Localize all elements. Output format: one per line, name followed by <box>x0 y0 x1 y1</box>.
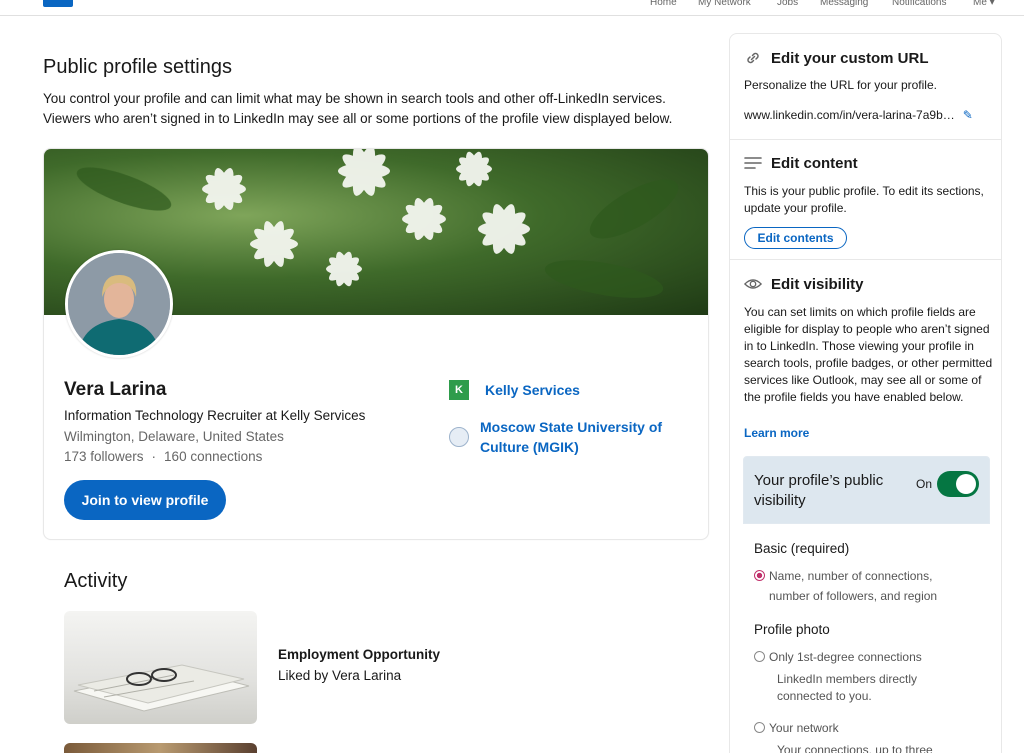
edit-visibility-heading: Edit visibility <box>771 275 864 293</box>
settings-sidebar: Edit your custom URL Personalize the URL… <box>729 33 1002 753</box>
edit-content-description: This is your public profile. To edit its… <box>744 184 984 215</box>
profile-location: Wilmington, Delaware, United States <box>64 429 284 444</box>
followers-count: 173 followers <box>64 449 144 464</box>
pencil-icon[interactable]: ✎ <box>963 108 973 122</box>
nav-jobs[interactable]: Jobs <box>777 0 798 8</box>
photo-option-1st-degree[interactable]: Only 1st-degree connections <box>754 647 974 667</box>
custom-url-row: www.linkedin.com/in/vera-larina-7a9b… ✎ <box>744 108 973 122</box>
photo-option-network[interactable]: Your network <box>754 718 974 738</box>
newspapers-glasses-image <box>73 664 250 712</box>
connections-count: 160 connections <box>164 449 263 464</box>
nav-home[interactable]: Home <box>650 0 677 8</box>
activity-thumbnail-2[interactable] <box>64 743 257 753</box>
activity-thumbnail[interactable] <box>64 611 257 724</box>
nav-my-network[interactable]: My Network <box>698 0 751 8</box>
public-visibility-label: Your profile’s public visibility <box>754 472 884 509</box>
profile-avatar <box>65 250 173 358</box>
profile-photo-heading: Profile photo <box>754 622 830 637</box>
school-logo <box>449 427 469 447</box>
person-photo <box>68 253 170 355</box>
custom-url-header: Edit your custom URL <box>744 49 929 67</box>
activity-heading: Activity <box>64 570 128 592</box>
edit-content-header: Edit content <box>744 154 858 172</box>
top-nav: Home My Network Jobs Messaging Notificat… <box>0 0 1024 16</box>
company-name[interactable]: Kelly Services <box>485 382 580 398</box>
custom-url-heading: Edit your custom URL <box>771 49 929 67</box>
nav-me-label: Me <box>973 0 987 8</box>
basic-option[interactable]: Name, number of connections, number of f… <box>754 566 974 606</box>
profile-headline: Information Technology Recruiter at Kell… <box>64 408 366 423</box>
custom-url-value: www.linkedin.com/in/vera-larina-7a9b… <box>744 108 955 122</box>
company-logo: K <box>449 380 469 400</box>
toggle-knob <box>956 474 976 494</box>
lines-icon <box>744 154 762 172</box>
education-school[interactable]: Moscow State University of Culture (MGIK… <box>449 417 680 457</box>
basic-heading: Basic (required) <box>754 541 850 556</box>
photo-radio-1st-degree[interactable] <box>754 651 765 662</box>
profile-name: Vera Larina <box>64 379 167 400</box>
photo-option-1-label: Only 1st-degree connections <box>769 650 922 664</box>
edit-contents-button[interactable]: Edit contents <box>744 227 847 249</box>
nav-me[interactable]: Me ▾ <box>973 0 995 8</box>
page-title: Public profile settings <box>43 56 232 78</box>
photo-radio-network[interactable] <box>754 722 765 733</box>
profile-card: Vera Larina Information Technology Recru… <box>43 148 709 540</box>
activity-item-subtitle: Liked by Vera Larina <box>278 668 402 683</box>
edit-visibility-description: You can set limits on which profile fiel… <box>744 305 993 404</box>
profile-stats: 173 followers · 160 connections <box>64 449 262 464</box>
edit-visibility-header: Edit visibility <box>744 275 864 293</box>
photo-option-1-description: LinkedIn members directly connected to y… <box>777 672 918 703</box>
public-visibility-panel: Your profile’s public visibility On <box>743 456 990 524</box>
custom-url-section: Edit your custom URL Personalize the URL… <box>730 34 1001 140</box>
photo-option-2-description: Your connections, up to three <box>777 743 933 753</box>
chevron-down-icon: ▾ <box>986 0 995 8</box>
separator-dot: · <box>151 449 157 464</box>
page-intro: You control your profile and can limit w… <box>43 91 673 126</box>
school-name[interactable]: Moscow State University of Culture (MGIK… <box>480 417 680 457</box>
activity-item-title[interactable]: Employment Opportunity <box>278 647 440 662</box>
photo-option-2-label: Your network <box>769 721 839 735</box>
nav-notifications[interactable]: Notifications <box>892 0 946 8</box>
current-company[interactable]: K Kelly Services <box>449 380 580 400</box>
public-visibility-toggle[interactable] <box>937 471 979 497</box>
link-icon <box>744 49 762 67</box>
learn-more-link[interactable]: Learn more <box>744 426 809 440</box>
basic-radio[interactable] <box>754 570 765 581</box>
custom-url-description: Personalize the URL for your profile. <box>744 78 937 92</box>
basic-option-label: Name, number of connections, number of f… <box>769 569 938 603</box>
toggle-state-label: On <box>916 477 933 491</box>
nav-messaging[interactable]: Messaging <box>820 0 868 8</box>
join-to-view-profile-button[interactable]: Join to view profile <box>64 480 226 520</box>
edit-content-heading: Edit content <box>771 154 858 172</box>
linkedin-logo[interactable] <box>43 0 73 7</box>
eye-icon <box>744 275 762 293</box>
